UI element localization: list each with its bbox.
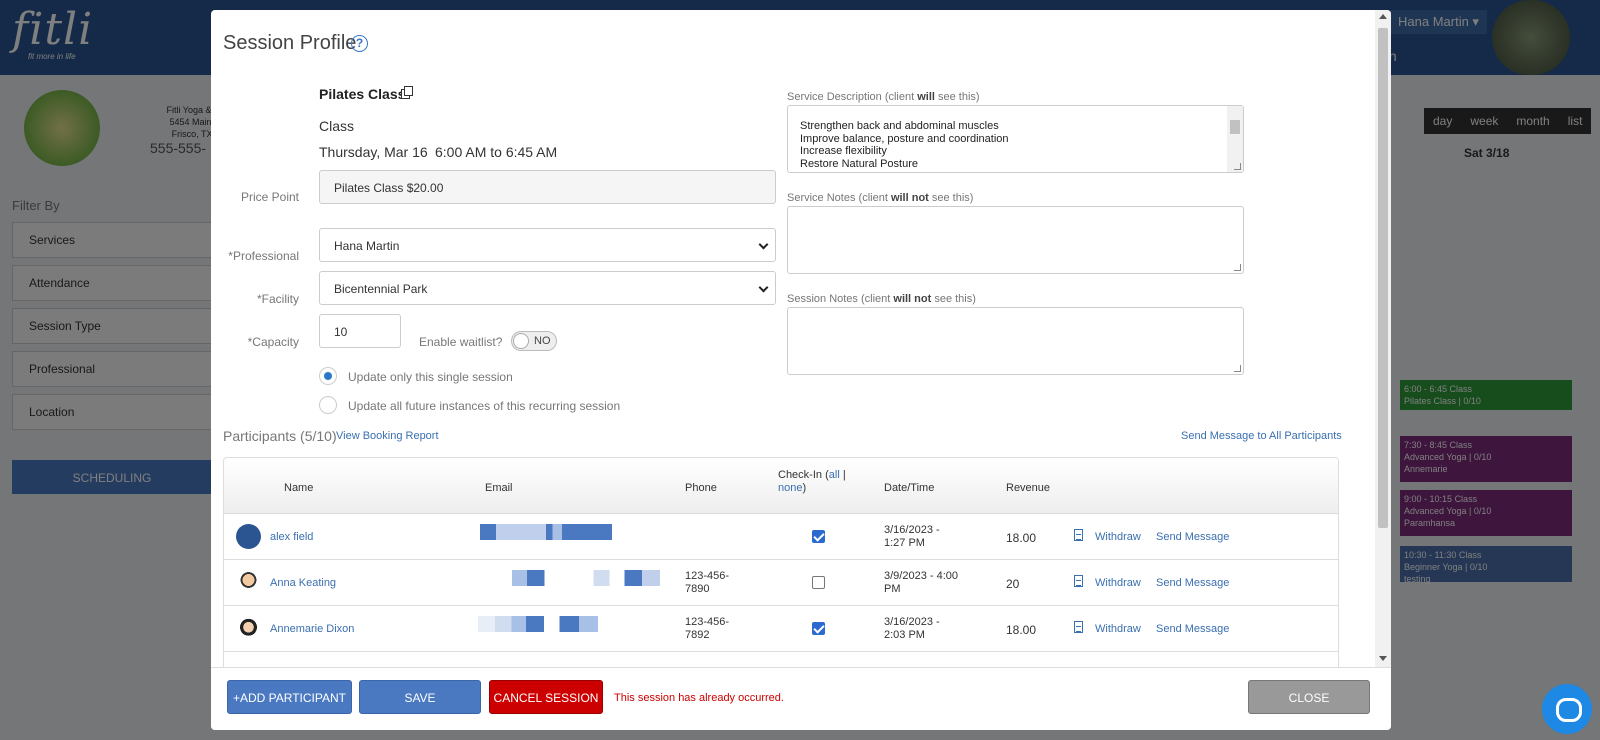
- modal-scrollbar[interactable]: [1375, 10, 1391, 667]
- resize-grip-icon[interactable]: [1234, 365, 1241, 372]
- waitlist-label: Enable waitlist?: [419, 335, 503, 349]
- waitlist-toggle[interactable]: NO: [511, 331, 557, 351]
- col-phone[interactable]: Phone: [685, 482, 717, 494]
- participant-email-redacted: [512, 570, 660, 586]
- document-icon[interactable]: [1074, 575, 1083, 587]
- participant-phone: 123-456- 7892: [685, 616, 730, 641]
- send-message-link[interactable]: Send Message: [1156, 577, 1229, 589]
- document-icon[interactable]: [1074, 529, 1083, 541]
- avatar: [236, 570, 261, 595]
- facility-label: *Facility: [256, 292, 299, 306]
- scroll-thumb[interactable]: [1378, 28, 1388, 528]
- participant-phone: 123-456- 7890: [685, 570, 730, 595]
- view-booking-report-link[interactable]: View Booking Report: [336, 430, 439, 442]
- send-message-link[interactable]: Send Message: [1156, 531, 1229, 543]
- table-row: Anna Keating 123-456- 7890 3/9/2023 - 4:0…: [224, 560, 1338, 606]
- participant-datetime: 3/16/2023 -1:27 PM: [884, 524, 940, 549]
- checkin-all-link[interactable]: all: [829, 469, 840, 481]
- avatar: [236, 524, 261, 549]
- participant-name[interactable]: Anna Keating: [270, 577, 336, 589]
- participant-datetime: 3/16/2023 -2:03 PM: [884, 616, 940, 641]
- professional-label: *Professional: [228, 249, 299, 263]
- session-time: 6:00 AM to 6:45 AM: [435, 144, 558, 160]
- participant-revenue: 18.00: [1006, 531, 1037, 545]
- withdraw-link[interactable]: Withdraw: [1095, 531, 1141, 543]
- participants-table: Name Email Phone Check-In (all | none) Da…: [223, 457, 1339, 667]
- professional-select[interactable]: Hana Martin: [319, 228, 776, 262]
- add-participant-button[interactable]: +ADD PARTICIPANT: [227, 680, 352, 714]
- chevron-down-icon: [758, 239, 769, 250]
- participant-revenue: 18.00: [1006, 623, 1037, 637]
- session-warning: This session has already occurred.: [614, 692, 784, 704]
- avatar: [236, 616, 261, 641]
- participant-name[interactable]: alex field: [270, 531, 313, 543]
- copy-icon[interactable]: [401, 86, 413, 99]
- table-header: Name Email Phone Check-In (all | none) Da…: [224, 458, 1338, 514]
- price-point-label: Price Point: [240, 190, 299, 204]
- session-date: Thursday, Mar 16: [319, 144, 428, 160]
- facility-value: Bicentennial Park: [334, 282, 428, 296]
- radio-all-label: Update all future instances of this recu…: [348, 399, 621, 413]
- send-message-link[interactable]: Send Message: [1156, 623, 1229, 635]
- table-row: alex field 3/16/2023 -1:27 PM 18.00 With…: [224, 514, 1338, 560]
- session-profile-modal: Session Profile ? Pilates Class Class Th…: [211, 10, 1391, 730]
- participants-title: Participants (5/10): [223, 428, 337, 444]
- cancel-session-button[interactable]: CANCEL SESSION: [489, 680, 603, 714]
- checkin-checkbox[interactable]: [812, 530, 825, 543]
- col-revenue[interactable]: Revenue: [1006, 482, 1050, 494]
- checkin-label: Check-In: [778, 469, 823, 481]
- service-type: Class: [319, 118, 355, 134]
- service-description-textarea[interactable]: Strengthen back and abdominal muscles Im…: [787, 105, 1244, 173]
- col-datetime[interactable]: Date/Time: [884, 482, 934, 494]
- price-point-field: Pilates Class $20.00: [319, 170, 776, 204]
- toggle-knob: [513, 333, 529, 349]
- service-description-label: Service Description (client will see thi…: [787, 91, 980, 103]
- close-button[interactable]: CLOSE: [1248, 680, 1370, 714]
- chat-icon[interactable]: [1542, 684, 1592, 734]
- scroll-up-icon[interactable]: [1379, 14, 1387, 19]
- col-email[interactable]: Email: [485, 482, 513, 494]
- save-button[interactable]: SAVE: [359, 680, 481, 714]
- checkin-separator: |: [842, 469, 846, 481]
- radio-single-label: Update only this single session: [348, 370, 513, 384]
- modal-body: Session Profile ? Pilates Class Class Th…: [211, 10, 1375, 667]
- withdraw-link[interactable]: Withdraw: [1095, 577, 1141, 589]
- checkin-checkbox[interactable]: [812, 622, 825, 635]
- toggle-text: NO: [534, 335, 551, 347]
- resize-grip-icon[interactable]: [1234, 163, 1241, 170]
- service-notes-textarea[interactable]: [787, 206, 1244, 274]
- service-name: Pilates Class: [319, 86, 406, 102]
- service-notes-label: Service Notes (client will not see this): [787, 192, 974, 204]
- facility-select[interactable]: Bicentennial Park: [319, 271, 776, 305]
- session-notes-textarea[interactable]: [787, 307, 1244, 375]
- capacity-label: *Capacity: [247, 335, 299, 349]
- modal-footer: +ADD PARTICIPANT SAVE CANCEL SESSION Thi…: [211, 667, 1391, 730]
- participant-name[interactable]: Annemarie Dixon: [270, 623, 354, 635]
- radio-single-session[interactable]: [319, 367, 337, 385]
- withdraw-link[interactable]: Withdraw: [1095, 623, 1141, 635]
- participant-email-redacted: [480, 524, 612, 540]
- send-message-all-link[interactable]: Send Message to All Participants: [1181, 430, 1342, 442]
- checkin-none-link[interactable]: none: [778, 482, 802, 494]
- help-icon[interactable]: ?: [351, 35, 368, 52]
- session-notes-label: Session Notes (client will not see this): [787, 293, 976, 305]
- participant-email-redacted: [478, 616, 598, 632]
- modal-title: Session Profile: [223, 32, 357, 54]
- participant-datetime: 3/9/2023 - 4:00 PM: [884, 570, 959, 595]
- checkin-checkbox[interactable]: [812, 576, 825, 589]
- participant-revenue: 20: [1006, 577, 1020, 591]
- professional-value: Hana Martin: [334, 239, 400, 253]
- capacity-input[interactable]: 10: [319, 314, 401, 348]
- scroll-down-icon[interactable]: [1379, 656, 1387, 661]
- chevron-down-icon: [758, 282, 769, 293]
- resize-grip-icon[interactable]: [1234, 264, 1241, 271]
- col-checkin: Check-In (all | none): [778, 469, 846, 494]
- table-row: Annemarie Dixon 123-456- 7892 3/16/2023 -…: [224, 606, 1338, 652]
- col-name[interactable]: Name: [284, 482, 313, 494]
- service-description-text: Strengthen back and abdominal muscles Im…: [800, 120, 1009, 170]
- radio-all-future[interactable]: [319, 396, 337, 414]
- document-icon[interactable]: [1074, 621, 1083, 633]
